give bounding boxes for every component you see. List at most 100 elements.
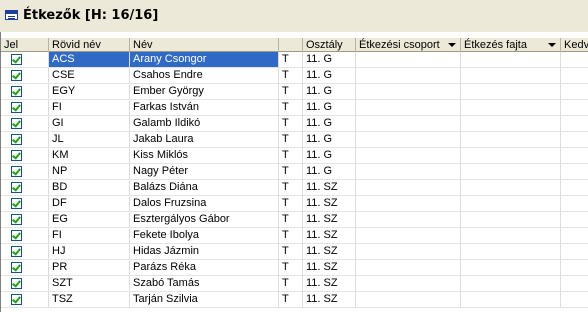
t-cell[interactable]: T <box>279 196 303 211</box>
etkezes-fajta-cell[interactable] <box>461 260 561 275</box>
rovid-nev-cell[interactable]: EGY <box>49 84 130 99</box>
nev-cell[interactable]: Tarján Szilvia <box>130 292 279 307</box>
t-cell[interactable]: T <box>279 164 303 179</box>
nev-cell[interactable]: Jakab Laura <box>130 132 279 147</box>
column-header-etkezes-fajta[interactable]: Étkezés fajta <box>461 38 561 52</box>
t-cell[interactable]: T <box>279 52 303 67</box>
etkezesi-csoport-cell[interactable] <box>356 180 461 195</box>
rovid-nev-cell[interactable]: BD <box>49 180 130 195</box>
column-header-rovid-nev[interactable]: Rövid név <box>49 38 130 52</box>
nev-cell[interactable]: Fekete Ibolya <box>130 228 279 243</box>
etkezes-fajta-cell[interactable] <box>461 116 561 131</box>
table-row[interactable]: HJ Hidas Jázmin T 11. SZ <box>1 244 588 260</box>
rovid-nev-cell[interactable]: ACS <box>49 52 130 67</box>
table-row[interactable]: KM Kiss Miklós T 11. G <box>1 148 588 164</box>
etkezes-fajta-cell[interactable] <box>461 148 561 163</box>
nev-cell[interactable]: Dalos Fruzsina <box>130 196 279 211</box>
t-cell[interactable]: T <box>279 180 303 195</box>
rovid-nev-cell[interactable]: JL <box>49 132 130 147</box>
etkezesi-csoport-cell[interactable] <box>356 212 461 227</box>
etkezesi-csoport-cell[interactable] <box>356 164 461 179</box>
etkezes-fajta-cell[interactable] <box>461 68 561 83</box>
rovid-nev-cell[interactable]: GI <box>49 116 130 131</box>
t-cell[interactable]: T <box>279 244 303 259</box>
table-row[interactable]: NP Nagy Péter T 11. G <box>1 164 588 180</box>
table-row[interactable]: SZT Szabó Tamás T 11. SZ <box>1 276 588 292</box>
kedvezmeny-cell[interactable] <box>561 132 588 147</box>
kedvezmeny-cell[interactable] <box>561 52 588 67</box>
t-cell[interactable]: T <box>279 228 303 243</box>
t-cell[interactable]: T <box>279 260 303 275</box>
nev-cell[interactable]: Hidas Jázmin <box>130 244 279 259</box>
etkezesi-csoport-cell[interactable] <box>356 276 461 291</box>
osztaly-cell[interactable]: 11. G <box>303 148 356 163</box>
rovid-nev-cell[interactable]: EG <box>49 212 130 227</box>
etkezes-fajta-cell[interactable] <box>461 244 561 259</box>
kedvezmeny-cell[interactable] <box>561 228 588 243</box>
t-cell[interactable]: T <box>279 292 303 307</box>
jel-checkbox[interactable] <box>11 294 22 305</box>
column-header-nev[interactable]: Név <box>130 38 279 52</box>
nev-cell[interactable]: Galamb Ildikó <box>130 116 279 131</box>
t-cell[interactable]: T <box>279 276 303 291</box>
jel-checkbox[interactable] <box>11 118 22 129</box>
dropdown-arrow-icon[interactable] <box>448 43 456 47</box>
jel-checkbox[interactable] <box>11 134 22 145</box>
table-row[interactable]: TSZ Tarján Szilvia T 11. SZ <box>1 292 588 308</box>
jel-checkbox[interactable] <box>11 54 22 65</box>
column-header-t[interactable] <box>279 38 303 52</box>
etkezes-fajta-cell[interactable] <box>461 132 561 147</box>
osztaly-cell[interactable]: 11. G <box>303 52 356 67</box>
jel-checkbox[interactable] <box>11 214 22 225</box>
rovid-nev-cell[interactable]: CSE <box>49 68 130 83</box>
t-cell[interactable]: T <box>279 84 303 99</box>
column-header-etkezesi-csoport[interactable]: Étkezési csoport <box>356 38 461 52</box>
osztaly-cell[interactable]: 11. G <box>303 68 356 83</box>
osztaly-cell[interactable]: 11. SZ <box>303 212 356 227</box>
etkezes-fajta-cell[interactable] <box>461 212 561 227</box>
kedvezmeny-cell[interactable] <box>561 68 588 83</box>
nev-cell[interactable]: Szabó Tamás <box>130 276 279 291</box>
jel-checkbox[interactable] <box>11 230 22 241</box>
nev-cell[interactable]: Nagy Péter <box>130 164 279 179</box>
etkezes-fajta-cell[interactable] <box>461 228 561 243</box>
etkezesi-csoport-cell[interactable] <box>356 52 461 67</box>
table-row[interactable]: EGY Ember György T 11. G <box>1 84 588 100</box>
osztaly-cell[interactable]: 11. G <box>303 116 356 131</box>
jel-checkbox[interactable] <box>11 262 22 273</box>
jel-checkbox[interactable] <box>11 70 22 81</box>
jel-checkbox[interactable] <box>11 150 22 161</box>
jel-checkbox[interactable] <box>11 166 22 177</box>
jel-checkbox[interactable] <box>11 278 22 289</box>
kedvezmeny-cell[interactable] <box>561 244 588 259</box>
etkezes-fajta-cell[interactable] <box>461 292 561 307</box>
t-cell[interactable]: T <box>279 100 303 115</box>
kedvezmeny-cell[interactable] <box>561 292 588 307</box>
etkezesi-csoport-cell[interactable] <box>356 116 461 131</box>
osztaly-cell[interactable]: 11. G <box>303 164 356 179</box>
nev-cell[interactable]: Parázs Réka <box>130 260 279 275</box>
table-row[interactable]: FI Farkas István T 11. G <box>1 100 588 116</box>
nev-cell[interactable]: Kiss Miklós <box>130 148 279 163</box>
etkezesi-csoport-cell[interactable] <box>356 148 461 163</box>
rovid-nev-cell[interactable]: FI <box>49 228 130 243</box>
table-row[interactable]: EG Esztergályos Gábor T 11. SZ <box>1 212 588 228</box>
jel-checkbox[interactable] <box>11 86 22 97</box>
t-cell[interactable]: T <box>279 148 303 163</box>
nev-cell[interactable]: Ember György <box>130 84 279 99</box>
t-cell[interactable]: T <box>279 68 303 83</box>
osztaly-cell[interactable]: 11. G <box>303 132 356 147</box>
table-row[interactable]: BD Balázs Diána T 11. SZ <box>1 180 588 196</box>
jel-checkbox[interactable] <box>11 182 22 193</box>
kedvezmeny-cell[interactable] <box>561 276 588 291</box>
kedvezmeny-cell[interactable] <box>561 196 588 211</box>
etkezes-fajta-cell[interactable] <box>461 180 561 195</box>
osztaly-cell[interactable]: 11. SZ <box>303 228 356 243</box>
column-header-jel[interactable]: Jel <box>1 38 49 52</box>
osztaly-cell[interactable]: 11. SZ <box>303 276 356 291</box>
nev-cell[interactable]: Arany Csongor <box>130 52 279 67</box>
dropdown-arrow-icon[interactable] <box>548 43 556 47</box>
jel-checkbox[interactable] <box>11 102 22 113</box>
osztaly-cell[interactable]: 11. G <box>303 100 356 115</box>
etkezesi-csoport-cell[interactable] <box>356 68 461 83</box>
